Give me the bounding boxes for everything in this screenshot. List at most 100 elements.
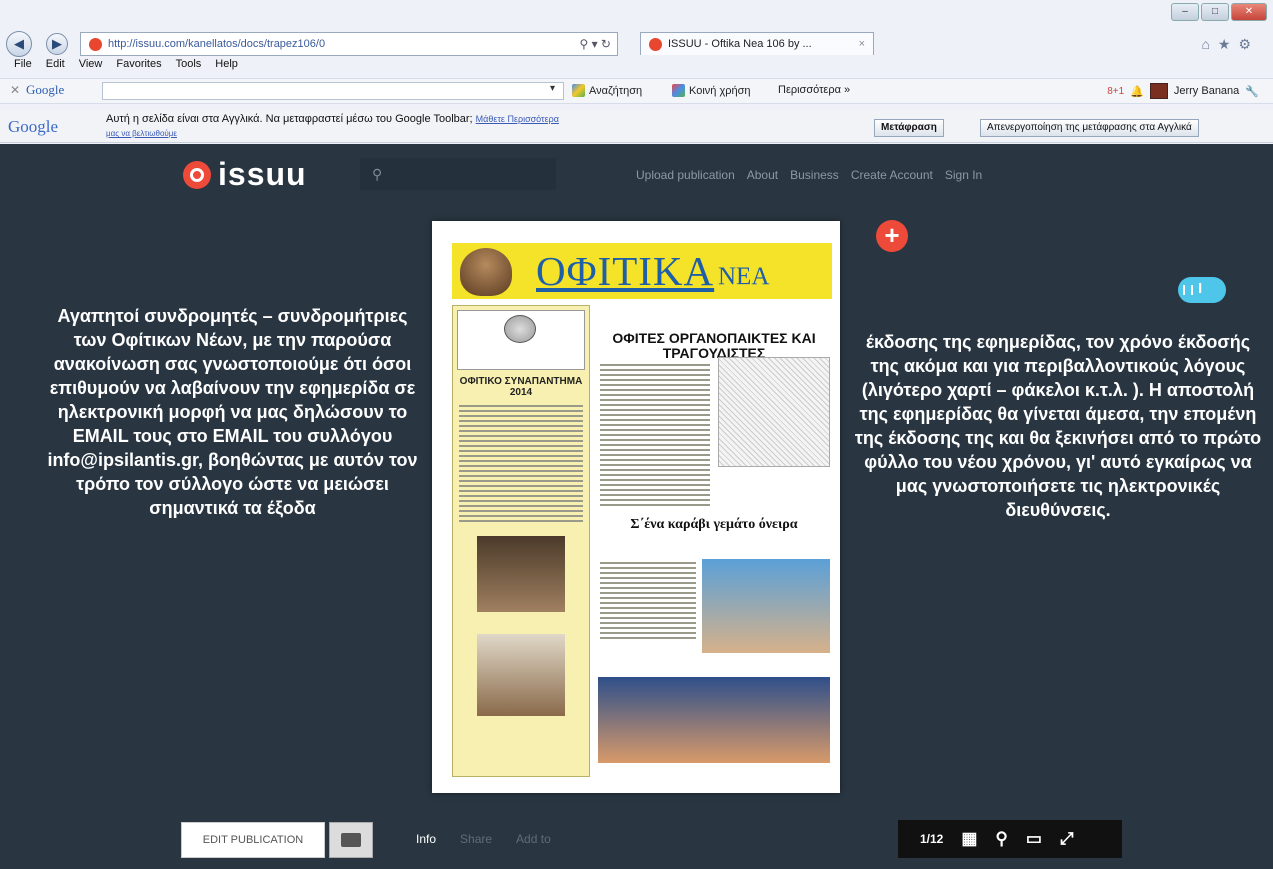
embed-screen-icon[interactable]: ▭ bbox=[1026, 829, 1042, 849]
issuu-logo-icon bbox=[183, 160, 211, 189]
close-icon[interactable]: ✕ bbox=[1231, 3, 1267, 21]
translate-message: Αυτή η σελίδα είναι στα Αγγλικά. Να μετα… bbox=[106, 113, 559, 125]
nav-upload[interactable]: Upload publication bbox=[636, 168, 735, 182]
window-controls: – □ ✕ bbox=[1171, 3, 1267, 21]
left-announcement-text: Αγαπητοί συνδρομητές – συνδρομήτριες των… bbox=[47, 306, 418, 518]
masthead-title: ΟΦΙΤΙΚΑ bbox=[536, 248, 715, 294]
nav-about[interactable]: About bbox=[747, 168, 778, 182]
menu-bar: File Edit View Favorites Tools Help bbox=[0, 58, 714, 76]
maximize-icon[interactable]: □ bbox=[1201, 3, 1229, 21]
page-counter: 1/12 bbox=[920, 832, 944, 846]
masthead-portrait bbox=[460, 248, 512, 296]
tab-share[interactable]: Share bbox=[460, 832, 492, 846]
share-icon bbox=[672, 84, 685, 97]
doc-photo-group bbox=[598, 677, 830, 763]
bottom-bar: EDIT PUBLICATION Info Share Add to 1/12 … bbox=[0, 810, 1273, 868]
google-plus-icon[interactable]: 8+1 bbox=[1107, 86, 1124, 97]
doc-illustration bbox=[718, 357, 830, 467]
top-nav: Upload publication About Business Create… bbox=[636, 168, 982, 182]
doc-subheadline: Σ΄ένα καράβι γεμάτο όνειρα bbox=[630, 517, 798, 532]
wrench-icon[interactable]: 🔧 bbox=[1245, 85, 1259, 98]
user-menu[interactable]: 8+1 🔔 Jerry Banana 🔧 bbox=[1107, 83, 1259, 99]
doc-body-text bbox=[600, 361, 710, 509]
translate-bar: Google Αυτή η σελίδα είναι στα Αγγλικά. … bbox=[0, 110, 1273, 143]
forward-icon[interactable]: ▶ bbox=[46, 33, 68, 55]
issuu-favicon-icon bbox=[89, 37, 102, 51]
home-star-gear-icons[interactable]: ⌂★⚙ bbox=[1201, 36, 1259, 53]
more-button[interactable]: Περισσότερα » bbox=[778, 84, 850, 96]
side-text-block bbox=[459, 402, 583, 525]
avatar bbox=[1149, 83, 1168, 99]
emblem-box bbox=[457, 310, 585, 370]
add-plus-icon[interactable]: + bbox=[876, 220, 908, 252]
address-url: http://issuu.com/kanellatos/docs/trapez1… bbox=[108, 38, 326, 50]
menu-view[interactable]: View bbox=[79, 58, 103, 76]
translate-sub-link[interactable]: μας να βελτιωθούμε bbox=[106, 129, 177, 138]
reader-toolbar: 1/12 ▦ ⚲ ▭ ⤢ bbox=[898, 820, 1122, 858]
emblem-icon bbox=[504, 315, 536, 343]
info-handle-icon bbox=[1183, 285, 1193, 295]
google-logo: Google bbox=[26, 82, 65, 97]
chevron-down-icon[interactable]: ▾ bbox=[550, 83, 555, 94]
print-icon bbox=[341, 833, 361, 847]
toolbar-close-icon[interactable]: ✕ bbox=[10, 83, 20, 97]
translate-button[interactable]: Μετάφραση bbox=[874, 119, 944, 137]
side-title: ΟΦΙΤΙΚΟ ΣΥΝΑΠΑΝΤΗΜΑ 2014 bbox=[459, 376, 583, 398]
issuu-page: issuu ⚲ Upload publication About Busines… bbox=[0, 144, 1273, 869]
more-button-label: Περισσότερα » bbox=[778, 84, 851, 96]
address-bar[interactable]: http://issuu.com/kanellatos/docs/trapez1… bbox=[80, 32, 618, 56]
side-photo-1 bbox=[477, 536, 565, 612]
share-button[interactable]: Κοινή χρήση bbox=[672, 84, 751, 97]
doc-photo-children bbox=[702, 559, 830, 653]
masthead: ΟΦΙΤΙΚΑ ΝΕΑ bbox=[452, 243, 832, 299]
zoom-search-icon[interactable]: ⚲ bbox=[995, 829, 1007, 849]
refresh-icon[interactable]: ⚲ ▾ ↻ bbox=[579, 37, 611, 51]
info-i-icon: I bbox=[1198, 280, 1203, 297]
doc-sidebar: ΟΦΙΤΙΚΟ ΣΥΝΑΠΑΝΤΗΜΑ 2014 bbox=[452, 305, 590, 777]
menu-help[interactable]: Help bbox=[215, 58, 238, 76]
doc-body-text-2 bbox=[600, 559, 696, 642]
publication-page[interactable]: ΟΦΙΤΙΚΑ ΝΕΑ ΟΦΙΤΙΚΟ ΣΥΝΑΠΑΝΤΗΜΑ 2014 ΟΦΙ… bbox=[432, 221, 840, 793]
search-button-label: Αναζήτηση bbox=[589, 84, 643, 97]
nav-create-account[interactable]: Create Account bbox=[851, 168, 933, 182]
right-announcement-text: έκδοσης της εφημερίδας, τον χρόνο έκδοσή… bbox=[854, 332, 1262, 520]
bell-icon[interactable]: 🔔 bbox=[1130, 85, 1144, 98]
menu-edit[interactable]: Edit bbox=[46, 58, 65, 76]
search-icon: ⚲ bbox=[372, 166, 383, 182]
menu-file[interactable]: File bbox=[14, 58, 32, 76]
info-toggle[interactable]: I bbox=[1178, 277, 1226, 303]
grid-icon[interactable]: ▦ bbox=[961, 829, 977, 849]
browser-chrome: – □ ✕ ◀ ▶ http://issuu.com/kanellatos/do… bbox=[0, 0, 1273, 144]
masthead-subtitle: ΝΕΑ bbox=[718, 263, 770, 290]
tab-favicon-icon bbox=[649, 37, 662, 51]
issuu-logo[interactable]: issuu bbox=[183, 156, 307, 193]
tab-add-to[interactable]: Add to bbox=[516, 832, 551, 846]
fullscreen-icon[interactable]: ⤢ bbox=[1060, 829, 1074, 849]
minimize-icon[interactable]: – bbox=[1171, 3, 1199, 21]
translate-learn-more-link[interactable]: Μάθετε Περισσότερα bbox=[476, 114, 559, 124]
search-input[interactable]: ⚲ bbox=[360, 158, 556, 190]
tab-title: ISSUU - Oftika Nea 106 by ... bbox=[668, 38, 812, 50]
nav-sign-in[interactable]: Sign In bbox=[945, 168, 982, 182]
tab-close-icon[interactable]: × bbox=[859, 38, 865, 50]
issuu-logo-text: issuu bbox=[218, 156, 307, 192]
share-button-label: Κοινή χρήση bbox=[689, 84, 751, 97]
menu-tools[interactable]: Tools bbox=[176, 58, 202, 76]
navigation-row: ◀ ▶ http://issuu.com/kanellatos/docs/tra… bbox=[0, 28, 1273, 58]
disable-translate-button[interactable]: Απενεργοποίηση της μετάφρασης στα Αγγλικ… bbox=[980, 119, 1199, 137]
menu-favorites[interactable]: Favorites bbox=[116, 58, 161, 76]
google-search-input[interactable] bbox=[102, 82, 564, 100]
tab-info[interactable]: Info bbox=[416, 832, 436, 846]
tab-issuu[interactable]: ISSUU - Oftika Nea 106 by ... × bbox=[640, 32, 874, 55]
back-icon[interactable]: ◀ bbox=[6, 31, 32, 57]
nav-business[interactable]: Business bbox=[790, 168, 839, 182]
edit-publication-button[interactable]: EDIT PUBLICATION bbox=[181, 822, 325, 858]
search-toolbar-icon bbox=[572, 84, 585, 97]
search-button[interactable]: Αναζήτηση bbox=[572, 84, 642, 97]
side-photo-2 bbox=[477, 634, 565, 716]
translate-text: Αυτή η σελίδα είναι στα Αγγλικά. Να μετα… bbox=[106, 113, 473, 125]
google-toolbar: ✕ Google ▾ Αναζήτηση Κοινή χρήση Περισσό… bbox=[0, 78, 1273, 104]
bottom-tabs: Info Share Add to bbox=[416, 832, 551, 846]
user-name: Jerry Banana bbox=[1173, 85, 1240, 97]
print-button[interactable] bbox=[329, 822, 373, 858]
